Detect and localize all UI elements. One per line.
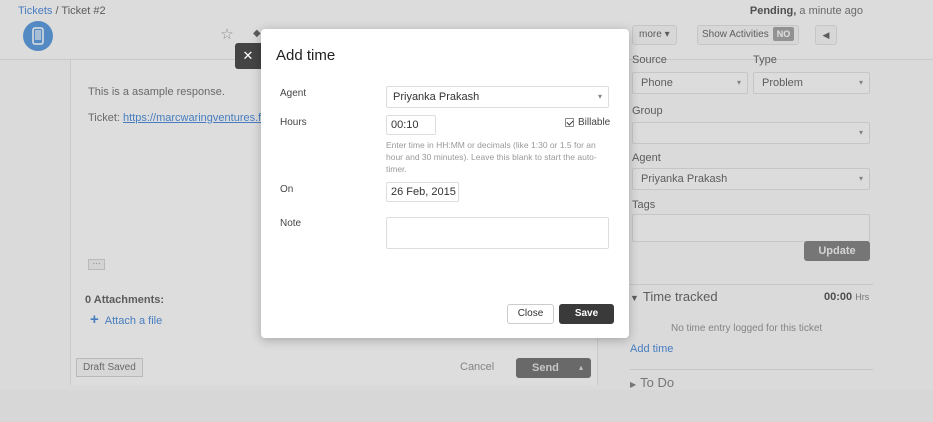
on-field-label: On: [280, 184, 294, 195]
date-input[interactable]: 26 Feb, 2015: [386, 182, 459, 202]
note-field-label: Note: [280, 218, 302, 229]
billable-label: Billable: [578, 117, 611, 128]
dialog-title: Add time: [276, 47, 336, 64]
hours-input[interactable]: 00:10: [386, 115, 436, 135]
billable-checkbox[interactable]: Billable: [565, 117, 610, 128]
add-time-dialog: Add time Agent Priyanka Prakash ▾ Hours 0…: [261, 29, 629, 338]
modal-close-button[interactable]: ✕: [235, 43, 261, 69]
close-icon: ✕: [242, 48, 254, 63]
hours-help-text: Enter time in HH:MM or decimals (like 1:…: [386, 140, 597, 174]
agent-select[interactable]: Priyanka Prakash ▾: [386, 86, 609, 108]
save-button[interactable]: Save: [559, 304, 614, 324]
note-textarea[interactable]: [386, 217, 609, 249]
agent-select-value: Priyanka Prakash: [393, 91, 480, 103]
checkbox-checked-icon: [565, 118, 574, 127]
chevron-down-icon: ▾: [597, 92, 602, 101]
close-button[interactable]: Close: [507, 304, 554, 324]
hours-field-label: Hours: [280, 117, 307, 128]
agent-field-label: Agent: [280, 88, 307, 99]
